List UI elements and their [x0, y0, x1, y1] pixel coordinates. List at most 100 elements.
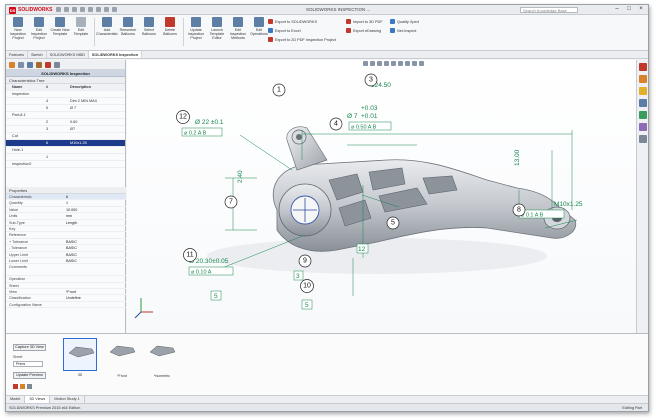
dim-m10[interactable]: M10x1.25	[554, 201, 583, 208]
forum-icon[interactable]	[639, 135, 647, 143]
display-style-icon[interactable]	[398, 61, 403, 66]
design-library-icon[interactable]	[639, 75, 647, 83]
fcf-12-text[interactable]: ⌀ 0.2 A B	[184, 131, 207, 137]
new-inspection-project-button[interactable]: New Inspection Project	[8, 17, 28, 47]
print-icon[interactable]	[80, 7, 85, 12]
tree-row[interactable]: 3 Ø7	[6, 126, 125, 133]
part-model[interactable]	[272, 126, 577, 252]
appearances-icon[interactable]	[639, 111, 647, 119]
configuration-icon[interactable]	[27, 62, 33, 68]
balloon-8[interactable]: 8	[512, 203, 526, 217]
export-view-icon[interactable]	[20, 384, 25, 389]
resources-icon[interactable]	[639, 63, 647, 71]
fcf-4-text[interactable]: ⌀ 0.50 A B	[351, 125, 377, 131]
dim-basic-5b[interactable]: 5	[305, 302, 309, 309]
file-explorer-icon[interactable]	[639, 87, 647, 95]
feature-tree-icon[interactable]	[9, 62, 15, 68]
view-orientation-icon[interactable]	[391, 61, 396, 66]
tab-solidworks-mbd[interactable]: SOLIDWORKS MBD	[47, 51, 89, 58]
view-thumbnail-isometric[interactable]: *Isometric	[145, 338, 179, 378]
display-manager-icon[interactable]	[54, 62, 60, 68]
minimize-button[interactable]: –	[613, 6, 621, 13]
view-palette-icon[interactable]	[639, 99, 647, 107]
import-3d-pdf-button[interactable]: Import to 3D PDF	[346, 19, 383, 24]
graphics-viewport[interactable]: 124.50 +0.03 +0.01 Ø 7 ⌀ 0.50 A B Ø 22 ±…	[127, 60, 638, 333]
balloon-4[interactable]: 4	[329, 117, 343, 131]
view-thumbnail-3d[interactable]: 3D	[63, 338, 97, 377]
balloon-5[interactable]: 5	[386, 216, 400, 230]
dim-13[interactable]: 13.00	[514, 149, 521, 166]
zoom-fit-icon[interactable]	[363, 61, 368, 66]
dim-basic-5a[interactable]: 5	[214, 293, 218, 300]
tree-row[interactable]: 4 Dim 2 MIN MAX	[6, 98, 125, 105]
appearance-icon[interactable]	[412, 61, 417, 66]
select-balloons-button[interactable]: Select Balloons	[139, 17, 159, 47]
tree-row[interactable]: Inspection	[6, 91, 125, 98]
dim-dia-22[interactable]: Ø 22 ±0.1	[195, 119, 224, 126]
app-logo[interactable]: DS SOLIDWORKS	[9, 6, 52, 14]
balloon-9[interactable]: 9	[298, 254, 312, 268]
edit-template-button[interactable]: Edit Template	[71, 17, 91, 47]
properties-header[interactable]: Properties	[6, 187, 126, 194]
update-project-button[interactable]: Update Inspection Project	[186, 17, 206, 47]
create-template-button[interactable]: Create New Template	[50, 17, 70, 47]
save-icon[interactable]	[72, 7, 77, 12]
balloon-3[interactable]: 3	[364, 73, 378, 87]
delete-view-icon[interactable]	[13, 384, 18, 389]
tab-3d-views[interactable]: 3D Views	[25, 396, 51, 403]
scene-icon[interactable]	[419, 61, 424, 66]
add-characteristic-button[interactable]: Add Characteristic	[96, 17, 118, 47]
quality-xpert-button[interactable]: Quality Xpert	[390, 19, 419, 24]
dim-tol-lower[interactable]: +0.01	[361, 113, 378, 120]
tree-row[interactable]: 5Ø 7	[6, 105, 125, 112]
launch-template-editor-button[interactable]: Launch Template Editor	[207, 17, 227, 47]
dimxpert-icon[interactable]	[36, 62, 42, 68]
capture-3d-view-button[interactable]: Capture 3D View	[13, 344, 46, 351]
export-2d-pdf-button[interactable]: Export to 2D PDF Inspection Project	[268, 37, 336, 42]
net-inspect-button[interactable]: Net-Inspect	[390, 28, 416, 33]
balloon-11[interactable]: 11	[183, 248, 197, 262]
delete-balloons-button[interactable]: Delete Balloons	[160, 17, 180, 47]
tree-row[interactable]: Cut	[6, 133, 125, 140]
zoom-area-icon[interactable]	[370, 61, 375, 66]
dim-2-40[interactable]: 2.40	[237, 170, 244, 183]
balloon-12[interactable]: 12	[176, 110, 190, 124]
tree-row[interactable]: Part-8-1	[6, 112, 125, 119]
publish-view-icon[interactable]	[27, 384, 32, 389]
edit-operations-button[interactable]: Edit Operations	[249, 17, 269, 47]
maximize-button[interactable]: □	[625, 6, 633, 13]
property-manager-icon[interactable]	[18, 62, 24, 68]
undo-icon[interactable]	[88, 7, 93, 12]
balloon-7[interactable]: 7	[224, 195, 238, 209]
dim-basic-3[interactable]: 3	[296, 273, 300, 280]
sheet-select[interactable]: Prims	[13, 361, 43, 367]
section-view-icon[interactable]	[384, 61, 389, 66]
export-to-solidworks-button[interactable]: Export to SOLIDWORKS	[268, 19, 317, 24]
tab-solidworks-inspection[interactable]: SOLIDWORKS Inspection	[88, 51, 143, 58]
open-file-icon[interactable]	[64, 7, 69, 12]
balloon-10[interactable]: 10	[300, 279, 314, 293]
renumber-balloons-button[interactable]: Renumber Balloons	[118, 17, 138, 47]
new-file-icon[interactable]	[56, 7, 61, 12]
tree-row-selected[interactable]: 6 M10x1.25	[6, 140, 125, 147]
dim-tol-upper[interactable]: +0.03	[361, 105, 378, 112]
options-icon[interactable]	[112, 7, 117, 12]
balloon-1[interactable]: 1	[272, 83, 286, 97]
custom-properties-icon[interactable]	[639, 123, 647, 131]
tree-row[interactable]: 2 0.60	[6, 119, 125, 126]
search-input[interactable]: Search Knowledge Base	[520, 7, 578, 13]
property-row[interactable]: Configuration Name	[6, 302, 126, 309]
close-button[interactable]: ×	[637, 6, 645, 13]
dim-dia-7[interactable]: Ø 7	[347, 113, 358, 120]
fcf-8-text[interactable]: ⌀ 0.1 A B	[521, 213, 544, 219]
tab-motion-study[interactable]: Motion Study 1	[50, 396, 85, 403]
view-thumbnail-front[interactable]: *Front	[105, 338, 139, 378]
tree-row[interactable]: Hole-1	[6, 147, 125, 154]
tab-model[interactable]: Model	[6, 396, 26, 403]
dim-basic-12[interactable]: 12	[358, 246, 366, 253]
export-edrawing-button[interactable]: Export eDrawing	[346, 28, 381, 33]
hide-show-icon[interactable]	[405, 61, 410, 66]
inspection-tab-icon[interactable]	[45, 62, 51, 68]
fcf-11-text[interactable]: ⌀ 0.10 A	[191, 270, 212, 276]
previous-view-icon[interactable]	[377, 61, 382, 66]
